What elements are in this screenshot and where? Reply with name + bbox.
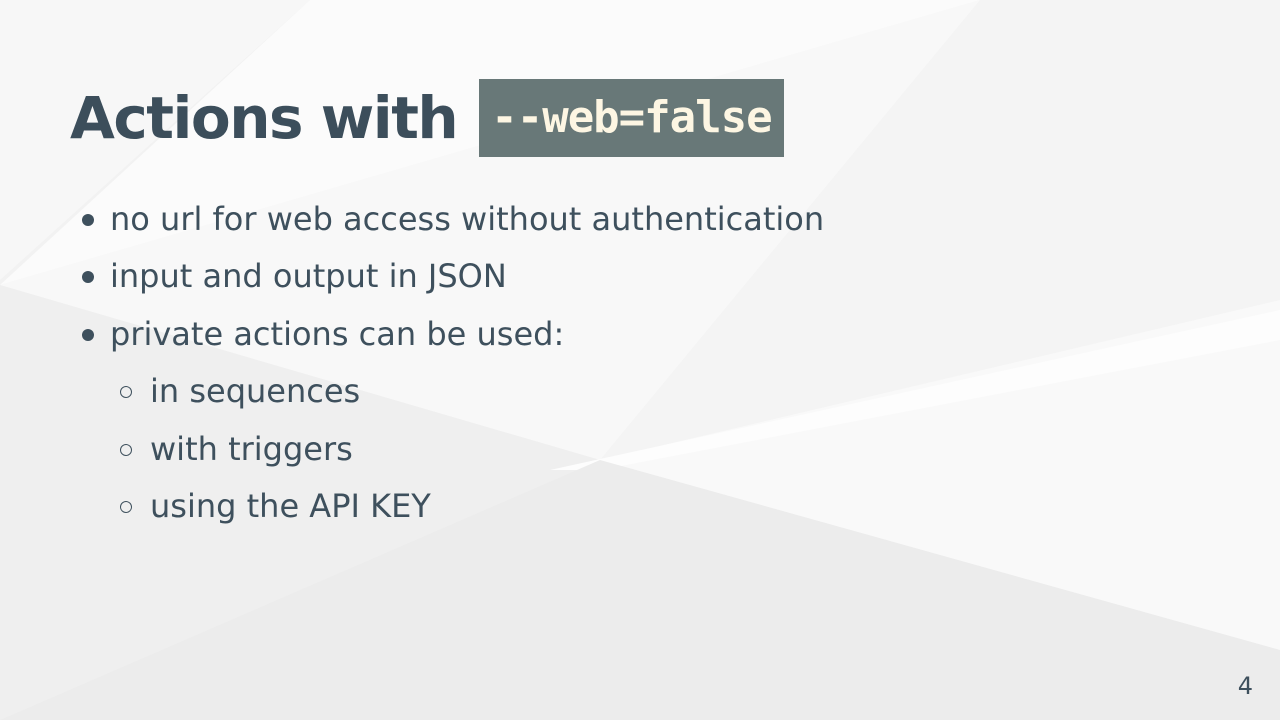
sub-bullet-text: in sequences <box>150 372 361 411</box>
sub-bullet-text: with triggers <box>150 429 353 468</box>
title-text: Actions with <box>70 84 459 152</box>
bullet-text: input and output in JSON <box>110 257 507 296</box>
bullet-item: private actions can be used: <box>80 305 824 363</box>
sub-bullet-text: using the API KEY <box>150 487 431 526</box>
bullet-circle-icon <box>120 443 132 456</box>
bullet-item: input and output in JSON <box>80 248 824 306</box>
bullet-disc-icon <box>82 213 94 226</box>
bullet-disc-icon <box>82 328 94 341</box>
sub-bullet-item: in sequences <box>80 363 824 421</box>
bullet-text: no url for web access without authentica… <box>110 199 825 238</box>
sub-bullet-item: using the API KEY <box>80 478 824 536</box>
page-number: 4 <box>1237 672 1253 700</box>
sub-bullet-item: with triggers <box>80 420 824 478</box>
bullet-circle-icon <box>120 386 132 399</box>
bullet-item: no url for web access without authentica… <box>80 190 824 248</box>
slide: Actions with --web=false no url for web … <box>0 0 1280 720</box>
title-code-snippet: --web=false <box>479 79 784 157</box>
bullet-text: private actions can be used: <box>110 314 565 353</box>
slide-title: Actions with --web=false <box>70 76 784 160</box>
bullet-disc-icon <box>82 271 94 284</box>
bullet-circle-icon <box>120 501 132 514</box>
bullet-list: no url for web access without authentica… <box>80 190 824 535</box>
